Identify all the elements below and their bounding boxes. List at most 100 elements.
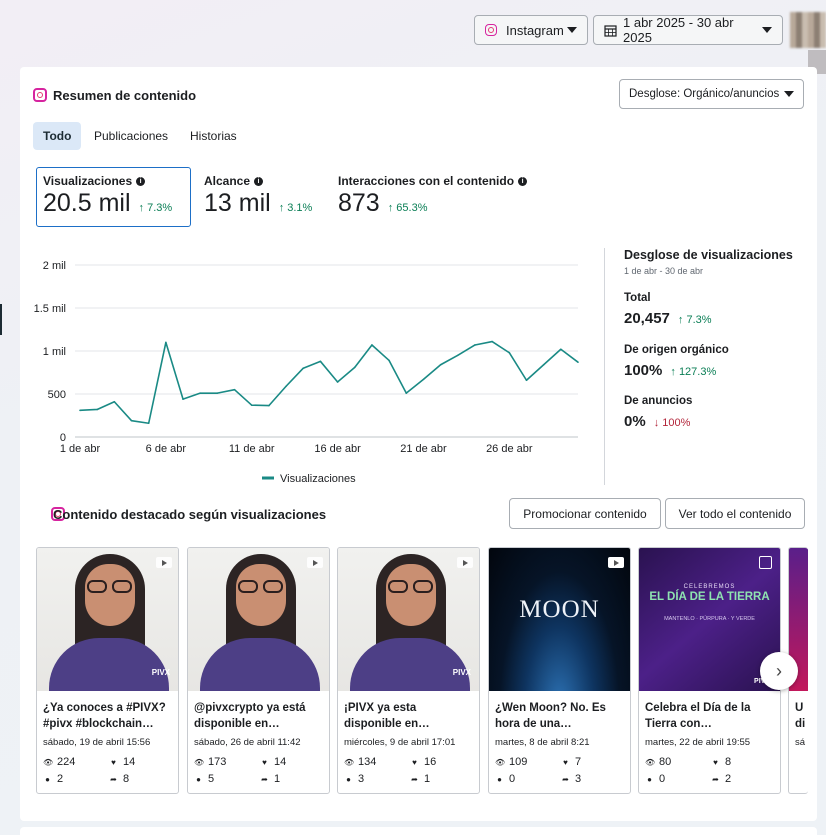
avatar[interactable] — [790, 12, 826, 48]
share-icon: ➦ — [562, 774, 569, 784]
stat-value: 173 — [208, 756, 227, 768]
tab-publicaciones[interactable]: Publicaciones — [84, 122, 178, 150]
metric-views[interactable]: Visualizaciones i 20.5 mil ↑ 7.3% — [36, 167, 191, 227]
post-card[interactable]: MOON ¿Wen Moon? No. Es hora de una… mart… — [488, 547, 631, 794]
tab-label: Historias — [190, 129, 237, 143]
post-date: miércoles, 9 de abril 17:01 — [344, 737, 456, 748]
chevron-down-icon — [762, 27, 772, 33]
post-card[interactable]: PIVX ¿Ya conoces a #PIVX? #pivx #blockch… — [36, 547, 179, 794]
pivx-logo: PIVX — [151, 668, 170, 677]
eye-icon: 👁 — [43, 757, 54, 767]
share-icon: ➦ — [411, 774, 418, 784]
y-tick-label: 1 mil — [43, 346, 66, 358]
data-point — [560, 348, 562, 351]
comment-icon: ● — [45, 774, 50, 784]
info-icon[interactable]: i — [136, 176, 146, 186]
vertical-divider — [604, 248, 605, 485]
breakdown-label: De anuncios — [624, 395, 693, 407]
data-point — [439, 363, 442, 366]
data-point — [508, 351, 511, 354]
info-icon[interactable]: i — [518, 176, 528, 186]
likes-stat: ♥ 14 — [260, 756, 286, 768]
trend-up-icon: ↑ — [138, 202, 148, 214]
post-title: U di — [795, 702, 806, 730]
tab-historias[interactable]: Historias — [180, 122, 247, 150]
y-tick-label: 2 mil — [43, 260, 66, 272]
shares-stat: ➦ 2 — [711, 773, 731, 785]
post-card[interactable]: @pivxcrypto ya está disponible en… sábad… — [187, 547, 330, 794]
photo-glasses — [237, 580, 285, 593]
likes-stat: ♥ 8 — [711, 756, 731, 768]
views-stat: 👁 224 — [43, 756, 75, 768]
platform-selector[interactable]: Instagram — [474, 15, 588, 45]
photo-glasses — [387, 580, 435, 593]
post-card[interactable]: PIVX ¡PIVX ya esta disponible en… miérco… — [337, 547, 480, 794]
stat-value: 8 — [725, 756, 732, 768]
view-all-content-button[interactable]: Ver todo el contenido — [665, 498, 805, 529]
breakdown-dropdown[interactable]: Desglose: Orgánico/anuncios — [619, 79, 804, 109]
calendar-icon — [604, 24, 617, 37]
breakdown-label: Total — [624, 292, 651, 304]
info-icon[interactable]: i — [254, 176, 264, 186]
comments-stat: ● 0 — [495, 773, 515, 785]
metric-delta: 65.3% — [396, 202, 428, 214]
legend-label: Visualizaciones — [280, 473, 356, 485]
data-point — [113, 400, 116, 403]
share-icon: ➦ — [261, 774, 268, 784]
tab-label: Publicaciones — [94, 129, 169, 143]
data-point — [216, 392, 219, 394]
metric-label: Alcance i — [204, 174, 322, 188]
video-icon — [307, 557, 323, 568]
data-point — [319, 360, 322, 363]
comment-icon: ● — [497, 774, 502, 784]
metric-delta: 7.3% — [147, 202, 173, 214]
platform-selector-label: Instagram — [506, 22, 564, 38]
comment-icon: ● — [196, 774, 201, 784]
promote-content-button[interactable]: Promocionar contenido — [509, 498, 661, 529]
metric-label-text: Visualizaciones — [43, 174, 133, 188]
breakdown-value-row: 20,457 ↑ 7.3% — [624, 310, 712, 327]
breakdown-value: 100% — [624, 362, 663, 379]
metric-value: 873 — [338, 189, 380, 217]
date-range-selector[interactable]: 1 abr 2025 - 30 abr 2025 — [593, 15, 783, 45]
data-point — [250, 404, 253, 406]
series-line — [79, 340, 579, 425]
post-title: @pivxcrypto ya está disponible en… — [194, 702, 306, 730]
trend-up-icon: ↑ — [387, 202, 397, 214]
metric-reach[interactable]: Alcance i 13 mil ↑ 3.1% — [198, 168, 328, 226]
y-tick-label: 500 — [48, 389, 66, 401]
trend-up-icon: ↑ — [278, 202, 288, 214]
breakdown-delta: 100% — [662, 417, 691, 429]
shares-stat: ➦ 1 — [260, 773, 280, 785]
photo-face — [236, 564, 286, 626]
chevron-down-icon — [567, 27, 577, 33]
breakdown-total: Total 20,457 ↑ 7.3% — [624, 292, 712, 327]
views-stat: 👁 173 — [194, 756, 226, 768]
metric-value-row: 13 mil ↑ 3.1% — [204, 189, 322, 218]
breakdown-label: De origen orgánico — [624, 344, 729, 356]
metric-delta: 3.1% — [287, 202, 313, 214]
shares-stat: ➦ 3 — [561, 773, 581, 785]
likes-stat: ♥ 7 — [561, 756, 581, 768]
data-point — [405, 392, 408, 394]
stat-value: 0 — [509, 773, 516, 785]
post-thumbnail: PIVX — [37, 548, 178, 691]
metric-interactions[interactable]: Interacciones con el contenido i 873 ↑ 65… — [332, 168, 542, 226]
trend-up-icon: ↑ — [677, 314, 687, 326]
photo-shirt — [49, 638, 169, 691]
eye-icon: 👁 — [344, 757, 355, 767]
stat-value: 109 — [509, 756, 528, 768]
shares-stat: ➦ 1 — [410, 773, 430, 785]
carousel-next-button[interactable]: › — [760, 652, 798, 690]
left-edge-indicator — [0, 304, 2, 335]
breakdown-value: 0% — [624, 413, 646, 430]
post-date: sábado, 19 de abril 15:56 — [43, 737, 151, 748]
tab-todo[interactable]: Todo — [33, 122, 82, 150]
stat-value: 0 — [659, 773, 666, 785]
x-tick-label: 21 de abr — [400, 443, 447, 455]
data-point — [371, 344, 373, 346]
post-thumbnail: PIVX — [338, 548, 479, 691]
data-point — [577, 361, 579, 363]
video-icon — [608, 557, 624, 568]
photo-shirt — [200, 638, 320, 691]
